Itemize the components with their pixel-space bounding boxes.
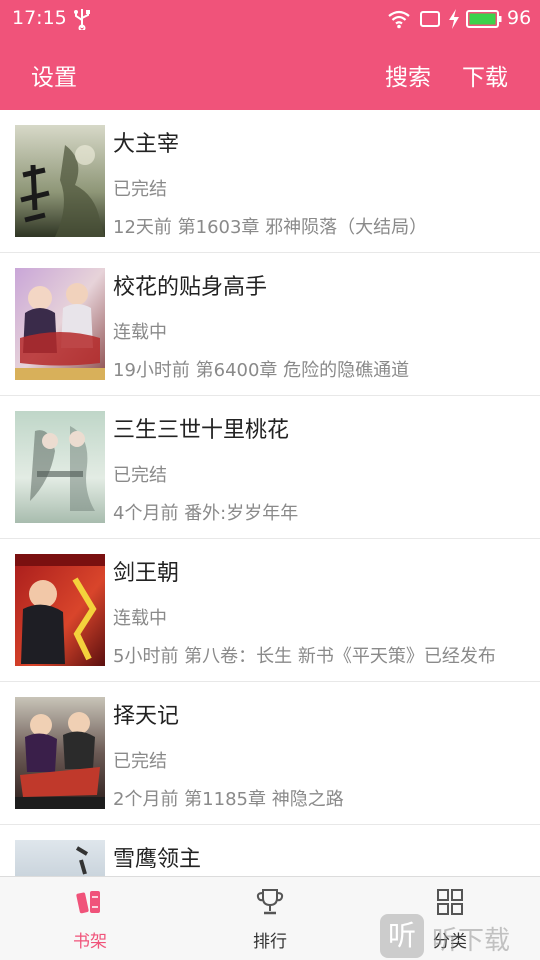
book-title: 择天记 (113, 704, 180, 729)
book-title: 雪鹰领主 (113, 847, 202, 872)
trophy-icon (256, 889, 284, 915)
usb-icon (74, 9, 90, 30)
charging-bolt-icon (449, 9, 459, 29)
settings-button[interactable]: 设置 (31, 58, 77, 92)
book-item[interactable]: 校花的贴身高手 连载中 19小时前 第6400章 危险的隐礁通道 (0, 253, 540, 396)
book-title: 大主宰 (113, 132, 180, 157)
status-time: 17:15 (12, 7, 67, 29)
battery-icon (466, 10, 502, 28)
book-latest-update: 12天前 第1603章 邪神陨落（大结局） (113, 217, 428, 238)
book-cover (15, 268, 105, 380)
app-header: 17:15 96 设置 搜索 下载 (0, 0, 540, 110)
watermark: 听 听下载 (380, 912, 540, 960)
tab-bookshelf[interactable]: 书架 (0, 877, 180, 960)
book-latest-update: 2个月前 第1185章 神隐之路 (113, 789, 344, 810)
download-button[interactable]: 下载 (462, 58, 508, 92)
book-status: 连载中 (113, 322, 167, 343)
tab-ranking[interactable]: 排行 (180, 877, 360, 960)
book-item[interactable]: 三生三世十里桃花 已完结 4个月前 番外:岁岁年年 (0, 396, 540, 539)
book-item[interactable]: 雪鹰领主 (0, 825, 540, 876)
book-status: 连载中 (113, 608, 167, 629)
book-title: 三生三世十里桃花 (113, 418, 290, 443)
book-item[interactable]: 大主宰 已完结 12天前 第1603章 邪神陨落（大结局） (0, 110, 540, 253)
search-button[interactable]: 搜索 (385, 58, 431, 92)
bookshelf-icon (76, 891, 100, 914)
tab-label: 书架 (73, 932, 107, 952)
book-cover (15, 840, 105, 876)
watermark-badge: 听 (380, 914, 424, 958)
book-latest-update: 19小时前 第6400章 危险的隐礁通道 (113, 360, 410, 381)
book-item[interactable]: 剑王朝 连载中 5小时前 第八卷：长生 新书《平天策》已经发布 (0, 539, 540, 682)
book-status: 已完结 (113, 465, 167, 486)
book-latest-update: 4个月前 番外:岁岁年年 (113, 503, 299, 524)
screen-icon (420, 11, 440, 27)
book-cover (15, 411, 105, 523)
book-status: 已完结 (113, 179, 167, 200)
book-latest-update: 5小时前 第八卷：长生 新书《平天策》已经发布 (113, 646, 496, 667)
status-bar: 17:15 96 (0, 0, 540, 38)
book-cover (15, 697, 105, 809)
wifi-icon (388, 10, 410, 29)
book-item[interactable]: 择天记 已完结 2个月前 第1185章 神隐之路 (0, 682, 540, 825)
tab-label: 排行 (253, 932, 287, 952)
watermark-text: 听下载 (432, 926, 511, 956)
book-title: 剑王朝 (113, 561, 180, 586)
battery-level: 96 (507, 7, 532, 29)
book-title: 校花的贴身高手 (113, 275, 268, 300)
bookshelf-list[interactable]: 大主宰 已完结 12天前 第1603章 邪神陨落（大结局） 校花的贴身高手 连载… (0, 110, 540, 876)
book-cover (15, 125, 105, 237)
book-cover (15, 554, 105, 666)
book-status: 已完结 (113, 751, 167, 772)
